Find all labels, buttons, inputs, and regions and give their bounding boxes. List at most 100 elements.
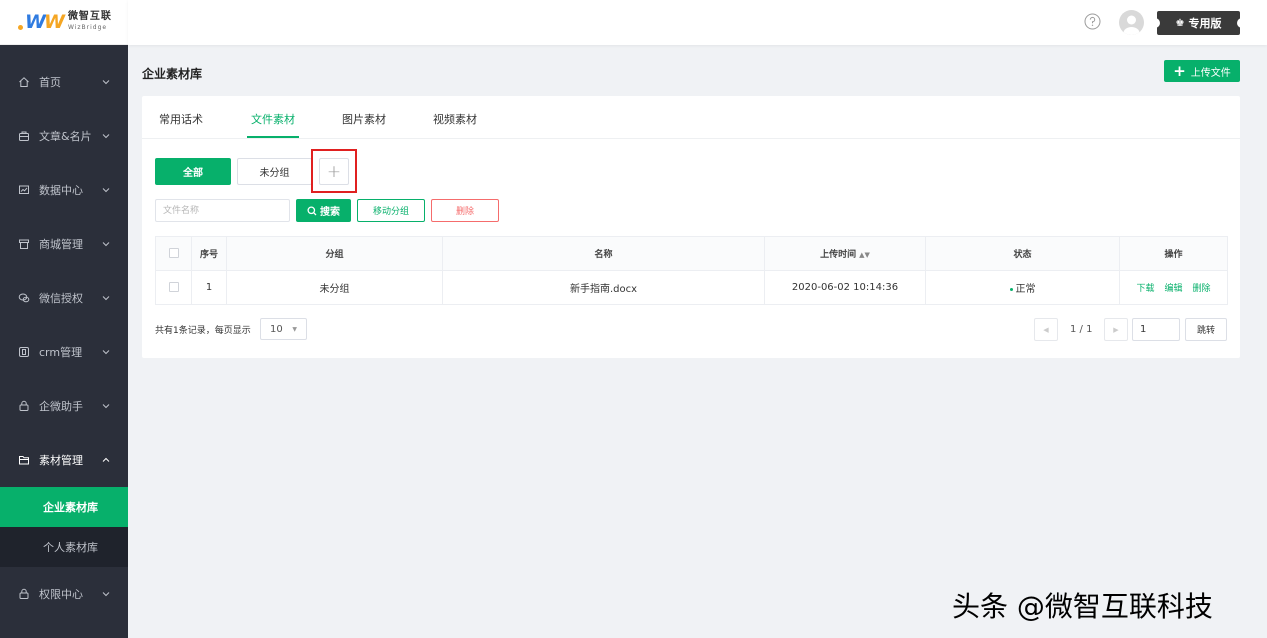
materials-submenu: 企业素材库 个人素材库: [0, 487, 128, 567]
sidebar-item-label: crm管理: [39, 346, 83, 359]
delete-link[interactable]: 删除: [1193, 284, 1211, 294]
status-dot-icon: [1009, 287, 1013, 291]
sidebar-item-home[interactable]: 首页: [0, 55, 128, 109]
next-page-button[interactable]: ▶: [1104, 318, 1128, 341]
group-all-button[interactable]: 全部: [155, 158, 231, 185]
download-link[interactable]: 下载: [1136, 284, 1154, 294]
sidebar-item-wecom-assistant[interactable]: 企微助手: [0, 379, 128, 433]
sidebar-item-enterprise-library[interactable]: 企业素材库: [0, 487, 128, 527]
jump-button[interactable]: 跳转: [1185, 318, 1227, 341]
row-index: 1: [191, 270, 227, 305]
chevron-up-icon: [102, 457, 110, 462]
search-button-label: 搜索: [320, 207, 340, 218]
edition-label: 专用版: [1188, 17, 1222, 30]
watermark-text: 头条 @微智互联科技: [952, 590, 1213, 623]
chart-icon: [18, 184, 30, 196]
home-icon: [18, 76, 30, 88]
chevron-down-icon: [102, 404, 110, 409]
sidebar-item-label: 素材管理: [39, 454, 83, 467]
sidebar-item-label: 企微助手: [39, 400, 83, 413]
search-icon: [307, 205, 317, 215]
sidebar-item-crm[interactable]: crm管理: [0, 325, 128, 379]
page-size-select[interactable]: 10 ▼: [260, 318, 307, 340]
lock-icon: [18, 400, 30, 412]
sidebar-item-articles[interactable]: 文章&名片: [0, 109, 128, 163]
sidebar-item-label: 数据中心: [39, 184, 83, 197]
caret-down-icon: ▼: [292, 326, 297, 333]
file-name-search-input[interactable]: [155, 199, 290, 222]
select-all-checkbox[interactable]: [168, 248, 179, 259]
total-records-text: 共有1条记录，每页显示: [155, 326, 251, 336]
row-checkbox[interactable]: [168, 282, 179, 292]
page-info: 1 / 1: [1070, 324, 1093, 335]
material-tabs: 常用话术 文件素材 图片素材 视频素材: [142, 96, 1240, 139]
chevron-down-icon: [102, 592, 110, 597]
wechat-icon: [18, 292, 30, 304]
header-actions: 操作: [1119, 236, 1228, 271]
table-header-row: 序号 分组 名称 上传时间 ▲▼ 状态 操作: [155, 236, 1228, 271]
logo-english-name: WizBridge: [67, 23, 108, 31]
row-actions: 下载 编辑 删除: [1119, 270, 1228, 305]
sidebar-menu: 首页 文章&名片 数据中心 商城管理 微信授权 crm管理 企微助手 素材管理 …: [0, 55, 128, 621]
folder-icon: [18, 454, 30, 466]
sidebar-item-label: 文章&名片: [39, 130, 92, 143]
chevron-down-icon: [102, 242, 110, 247]
material-card: 常用话术 文件素材 图片素材 视频素材 全部 未分组 + 搜索 移动分组 删除 …: [142, 96, 1240, 358]
select-all-cell: [155, 236, 192, 271]
sidebar-item-label: 首页: [39, 76, 61, 89]
plus-icon: +: [1173, 62, 1186, 80]
tab-file-materials[interactable]: 文件素材: [247, 111, 299, 138]
edit-link[interactable]: 编辑: [1164, 284, 1182, 294]
chevron-left-icon: ◀: [1043, 325, 1049, 334]
help-icon[interactable]: [1084, 13, 1101, 30]
table-row: 1 未分组 新手指南.docx 2020-06-02 10:14:36 正常 下…: [155, 270, 1228, 305]
page-title: 企业素材库: [142, 67, 203, 81]
top-bar: ♚ 专用版: [128, 0, 1267, 45]
tab-common-scripts[interactable]: 常用话术: [159, 111, 203, 127]
header-group: 分组: [226, 236, 443, 271]
tab-video-materials[interactable]: 视频素材: [433, 111, 477, 127]
search-button[interactable]: 搜索: [296, 199, 351, 222]
shop-icon: [18, 238, 30, 250]
row-upload-time: 2020-06-02 10:14:36: [764, 270, 926, 305]
row-select-cell: [155, 270, 192, 305]
sidebar-item-permissions[interactable]: 权限中心: [0, 567, 128, 621]
sidebar: WW 微智互联 WizBridge 首页 文章&名片 数据中心 商城管理 微信授…: [0, 0, 128, 638]
upload-file-label: 上传文件: [1190, 67, 1231, 79]
sidebar-item-personal-library[interactable]: 个人素材库: [0, 527, 128, 567]
sidebar-item-label: 权限中心: [39, 588, 83, 601]
header-name: 名称: [442, 236, 765, 271]
sidebar-item-shop[interactable]: 商城管理: [0, 217, 128, 271]
row-status: 正常: [925, 270, 1120, 305]
row-group: 未分组: [226, 270, 443, 305]
page-number-input[interactable]: [1132, 318, 1180, 341]
lock-icon: [18, 588, 30, 600]
row-file-name: 新手指南.docx: [442, 270, 765, 305]
tab-image-materials[interactable]: 图片素材: [342, 111, 386, 127]
row-status-label: 正常: [1015, 284, 1036, 295]
chevron-down-icon: [102, 80, 110, 85]
briefcase-icon: [18, 130, 30, 142]
upload-file-button[interactable]: + 上传文件: [1164, 60, 1240, 82]
chevron-right-icon: ▶: [1113, 325, 1119, 334]
logo[interactable]: WW 微智互联 WizBridge: [0, 0, 128, 45]
sort-icon[interactable]: ▲▼: [859, 251, 870, 259]
move-group-button[interactable]: 移动分组: [357, 199, 425, 222]
group-ungrouped-button[interactable]: 未分组: [237, 158, 312, 185]
delete-button[interactable]: 删除: [431, 199, 499, 222]
sidebar-item-label: 微信授权: [39, 292, 83, 305]
sidebar-item-label: 商城管理: [39, 238, 83, 251]
header-status: 状态: [925, 236, 1120, 271]
logo-mark-icon: WW: [18, 12, 65, 32]
prev-page-button[interactable]: ◀: [1034, 318, 1058, 341]
crm-icon: [18, 346, 30, 358]
header-upload-time[interactable]: 上传时间 ▲▼: [764, 236, 926, 271]
sidebar-item-materials[interactable]: 素材管理: [0, 433, 128, 487]
avatar[interactable]: [1119, 10, 1144, 35]
chevron-down-icon: [102, 188, 110, 193]
page-size-value: 10: [270, 323, 283, 335]
logo-name: 微智互联: [67, 10, 112, 22]
sidebar-item-wechat[interactable]: 微信授权: [0, 271, 128, 325]
edition-badge[interactable]: ♚ 专用版: [1154, 11, 1243, 35]
sidebar-item-data-center[interactable]: 数据中心: [0, 163, 128, 217]
